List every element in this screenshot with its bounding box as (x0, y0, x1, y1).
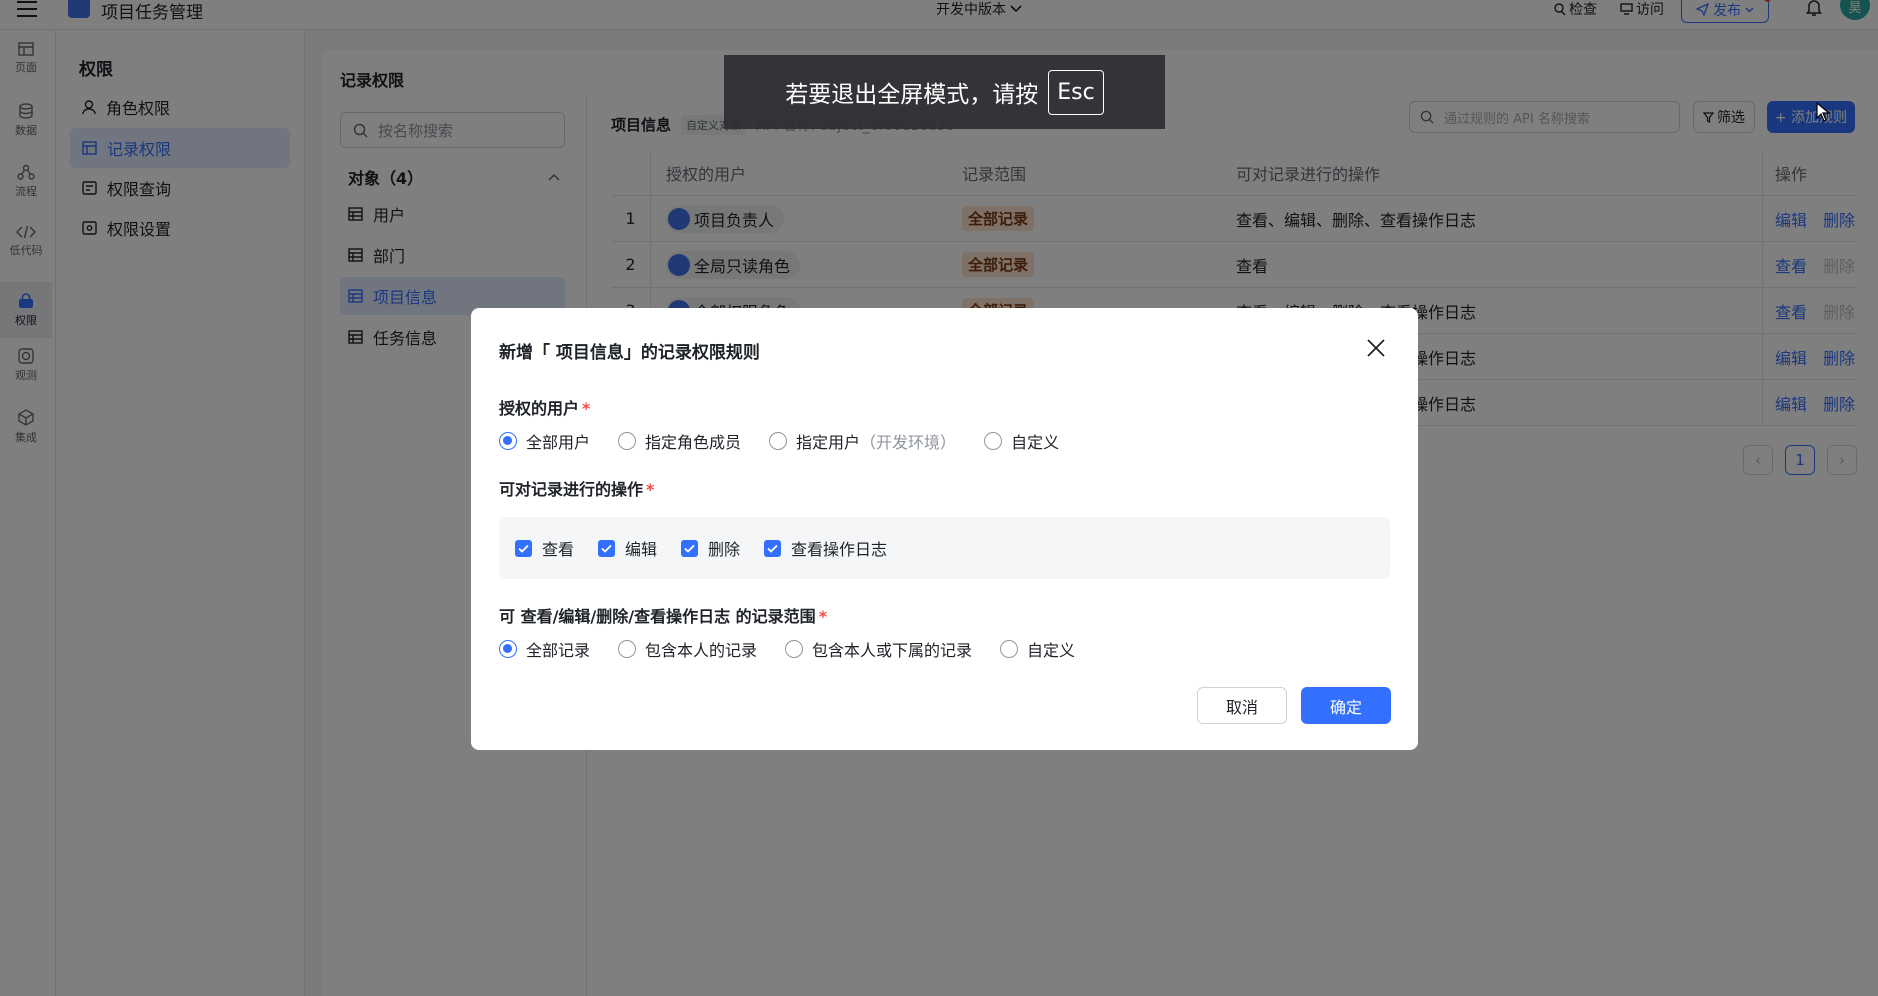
fullscreen-toast: 若要退出全屏模式，请按 Esc (724, 55, 1165, 129)
radio-button[interactable] (769, 432, 788, 450)
radio-label: 包含本人的记录 (645, 641, 758, 660)
add-rule-dialog: 新增「 项目信息」的记录权限规则 授权的用户 * 全部用户 指定角色成员 指定用户… (471, 308, 1418, 750)
radio-label: 自定义 (1027, 641, 1076, 660)
range-label-text: 可 查看/编辑/删除/查看操作日志 的记录范围 (499, 607, 816, 626)
users-label-text: 授权的用户 (499, 399, 580, 418)
users-label: 授权的用户 * (499, 395, 590, 419)
cancel-button[interactable]: 取消 (1197, 687, 1287, 724)
radio-label: 全部用户 (526, 433, 591, 452)
esc-key: Esc (1048, 69, 1104, 115)
radio-custom-range[interactable]: 自定义 (1000, 637, 1075, 661)
radio-label: 指定角色成员 (645, 433, 742, 452)
radio-button[interactable] (618, 432, 637, 450)
required-mark: * (818, 607, 828, 626)
radio-label: 包含本人或下属的记录 (812, 641, 973, 660)
checkbox-label: 查看操作日志 (791, 540, 888, 559)
radio-button[interactable] (785, 640, 804, 658)
range-radio-group: 全部记录 包含本人的记录 包含本人或下属的记录 自定义 (499, 637, 1103, 661)
check-icon (684, 544, 695, 553)
ops-label: 可对记录进行的操作 * (499, 476, 654, 500)
mouse-cursor-icon (1816, 102, 1830, 122)
checkbox-edit[interactable]: 编辑 (598, 536, 657, 560)
checkbox[interactable] (681, 539, 699, 557)
checkbox[interactable] (764, 539, 782, 557)
radio-label: 自定义 (1011, 433, 1060, 452)
check-icon (601, 544, 612, 553)
radio-label: 全部记录 (526, 641, 591, 660)
dialog-title: 新增「 项目信息」的记录权限规则 (499, 343, 760, 363)
checkbox-label: 查看 (542, 540, 575, 559)
close-icon[interactable] (1366, 338, 1386, 358)
checkbox[interactable] (598, 539, 616, 557)
radio-note: （开发环境） (860, 433, 957, 452)
radio-role-members[interactable]: 指定角色成员 (618, 429, 741, 453)
radio-own-or-subordinate-records[interactable]: 包含本人或下属的记录 (785, 637, 972, 661)
fullscreen-toast-text: 若要退出全屏模式，请按 (785, 82, 1039, 108)
radio-button[interactable] (499, 640, 517, 658)
radio-button[interactable] (1000, 640, 1019, 658)
check-icon (767, 544, 778, 553)
checkbox-view-log[interactable]: 查看操作日志 (764, 536, 887, 560)
users-radio-group: 全部用户 指定角色成员 指定用户 （开发环境） 自定义 (499, 429, 1087, 453)
radio-button[interactable] (618, 640, 637, 658)
radio-button[interactable] (499, 432, 517, 450)
ops-label-text: 可对记录进行的操作 (499, 480, 644, 499)
radio-all-records[interactable]: 全部记录 (499, 637, 590, 661)
radio-label: 指定用户 (796, 433, 861, 452)
confirm-button[interactable]: 确定 (1301, 687, 1391, 724)
checkbox-label: 删除 (708, 540, 741, 559)
check-icon (518, 544, 529, 553)
checkbox-delete[interactable]: 删除 (681, 536, 740, 560)
checkbox-view[interactable]: 查看 (515, 536, 574, 560)
radio-all-users[interactable]: 全部用户 (499, 429, 590, 453)
radio-own-records[interactable]: 包含本人的记录 (618, 637, 757, 661)
checkbox-label: 编辑 (625, 540, 658, 559)
required-mark: * (646, 480, 655, 499)
radio-button[interactable] (984, 432, 1003, 450)
radio-custom-users[interactable]: 自定义 (984, 429, 1059, 453)
range-label: 可 查看/编辑/删除/查看操作日志 的记录范围 * (499, 603, 827, 627)
required-mark: * (582, 399, 591, 418)
ops-checkbox-group: 查看 编辑 删除 查看操作日志 (499, 517, 1390, 579)
radio-specified-users[interactable]: 指定用户 （开发环境） (769, 429, 956, 453)
checkbox[interactable] (515, 539, 532, 557)
